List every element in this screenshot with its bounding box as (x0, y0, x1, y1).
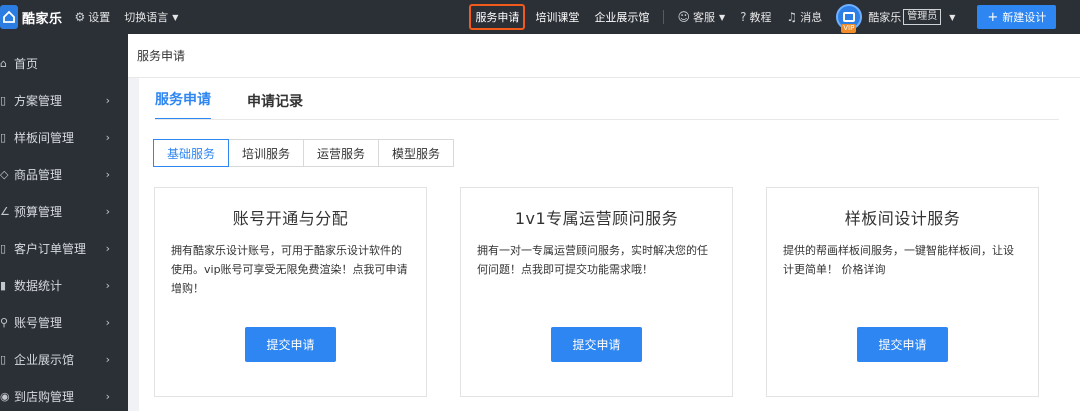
sidebar-item-label: 方案管理 (14, 94, 63, 108)
document-icon: ▯ (0, 131, 7, 144)
chevron-right-icon: › (105, 390, 110, 403)
sidebar-item-home[interactable]: ⌂ 首页 (0, 45, 128, 82)
brand-name[interactable]: 酷家乐 (22, 8, 63, 27)
logo-icon[interactable] (0, 5, 18, 29)
sidebar-item-label: 企业展示馆 (14, 353, 75, 367)
sidebar-item-label: 账号管理 (14, 316, 63, 330)
plus-icon: + (987, 9, 999, 25)
card-title: 1v1专属运营顾问服务 (514, 209, 679, 228)
home-icon: ⌂ (0, 57, 7, 70)
messages-label: 消息 (800, 11, 823, 24)
card-title: 样板间设计服务 (844, 209, 961, 228)
page-title: 服务申请 (137, 49, 186, 63)
submit-apply-button[interactable]: 提交申请 (857, 327, 948, 362)
caret-down-icon: ▼ (949, 12, 956, 22)
location-icon: ◉ (0, 390, 10, 403)
chevron-right-icon: › (105, 316, 110, 329)
tab-service-apply[interactable]: 服务申请 (155, 89, 211, 120)
home-icon (843, 12, 856, 22)
support-menu[interactable]: ☺ 客服 ▼ (677, 9, 725, 25)
sidebar-item-store-purchase[interactable]: ◉ 到店购管理 › (0, 378, 128, 411)
new-design-label: 新建设计 (1002, 11, 1047, 24)
sidebar-item-label: 数据统计 (14, 279, 63, 293)
chevron-right-icon: › (105, 94, 110, 107)
document-icon: ▯ (0, 242, 7, 255)
tutorial-link[interactable]: ? 教程 (740, 9, 771, 25)
sidebar-item-label: 商品管理 (14, 168, 63, 182)
user-name: 酷家乐 (868, 11, 902, 24)
headset-icon: ☺ (677, 10, 690, 24)
help-icon: ? (740, 10, 747, 24)
tag-icon: ◇ (0, 168, 9, 181)
user-menu[interactable]: 酷家乐 管理员 ▼ (868, 9, 955, 25)
sidebar-item-label: 样板间管理 (14, 131, 75, 145)
sidebar: ⌂ 首页 ▯ 方案管理 › ▯ 样板间管理 › ◇ 商品管理 › ∠ 预算管理 … (0, 34, 128, 411)
tutorial-label: 教程 (749, 11, 772, 24)
submit-apply-button[interactable]: 提交申请 (245, 327, 336, 362)
language-label: 切换语言 (124, 11, 169, 24)
chevron-right-icon: › (105, 242, 110, 255)
sidebar-item-showrooms[interactable]: ▯ 样板间管理 › (0, 119, 128, 156)
sidebar-item-orders[interactable]: ▯ 客户订单管理 › (0, 230, 128, 267)
chart-icon: ▮ (0, 279, 7, 292)
card-title: 账号开通与分配 (232, 209, 349, 228)
card-description: 拥有一对一专属运营顾问服务，实时解决您的任何问题！点我即可提交功能需求哦！ (477, 244, 708, 276)
tab-apply-records[interactable]: 申请记录 (247, 91, 303, 120)
language-switch[interactable]: 切换语言 ▼ (124, 9, 178, 25)
service-type-tabs: 基础服务 培训服务 运营服务 模型服务 (153, 139, 455, 167)
sidebar-item-budget[interactable]: ∠ 预算管理 › (0, 193, 128, 230)
sidebar-item-statistics[interactable]: ▮ 数据统计 › (0, 267, 128, 304)
training-link[interactable]: 培训课堂 (535, 9, 579, 25)
chevron-right-icon: › (105, 131, 110, 144)
showroom-link[interactable]: 企业展示馆 (594, 9, 649, 25)
chevron-right-icon: › (105, 168, 110, 181)
new-design-button[interactable]: + 新建设计 (977, 5, 1057, 29)
sidebar-item-products[interactable]: ◇ 商品管理 › (0, 156, 128, 193)
subtab-operation[interactable]: 运营服务 (303, 139, 380, 167)
chevron-right-icon: › (105, 205, 110, 218)
service-apply-link[interactable]: 服务申请 (469, 4, 526, 30)
subtab-training[interactable]: 培训服务 (228, 139, 305, 167)
subtab-model[interactable]: 模型服务 (378, 139, 455, 167)
sidebar-item-label: 到店购管理 (14, 390, 75, 404)
gear-icon: ⚙ (74, 10, 86, 24)
chevron-right-icon: › (105, 353, 110, 366)
card-description: 提供的帮画样板间服务，一键智能样板间，让设计更简单！ 价格详询 (783, 244, 1014, 276)
submit-apply-button[interactable]: 提交申请 (551, 327, 642, 362)
divider (663, 10, 665, 24)
service-card-account: 账号开通与分配 拥有酷家乐设计账号，可用于酷家乐设计软件的使用。vip账号可享受… (154, 187, 427, 397)
document-icon: ▯ (0, 353, 7, 366)
settings-label: 设置 (88, 11, 111, 24)
subtab-basic[interactable]: 基础服务 (153, 139, 230, 167)
vip-badge: VIP (841, 24, 857, 33)
breadcrumb: 服务申请 (128, 34, 1080, 78)
caret-down-icon: ▼ (172, 12, 179, 22)
role-badge: 管理员 (903, 9, 942, 25)
bell-icon: ♫ (786, 10, 798, 24)
document-icon: ▯ (0, 94, 7, 107)
sidebar-item-label: 首页 (14, 57, 39, 71)
pen-icon: ∠ (0, 205, 10, 218)
card-description: 拥有酷家乐设计账号，可用于酷家乐设计软件的使用。vip账号可享受无限免费渲染！点… (171, 244, 408, 295)
caret-down-icon: ▼ (718, 12, 726, 22)
support-label: 客服 (692, 11, 715, 24)
sidebar-item-label: 预算管理 (14, 205, 63, 219)
chevron-right-icon: › (105, 279, 110, 292)
settings-link[interactable]: ⚙ 设置 (75, 9, 111, 25)
main-panel: 服务申请 申请记录 基础服务 培训服务 运营服务 模型服务 账号开通与分配 拥有… (139, 78, 1080, 411)
sidebar-item-accounts[interactable]: ⚲ 账号管理 › (0, 304, 128, 341)
service-card-showroom-design: 样板间设计服务 提供的帮画样板间服务，一键智能样板间，让设计更简单！ 价格详询 … (766, 187, 1039, 397)
sidebar-item-label: 客户订单管理 (14, 242, 87, 256)
sidebar-item-enterprise-showroom[interactable]: ▯ 企业展示馆 › (0, 341, 128, 378)
service-card-consultant: 1v1专属运营顾问服务 拥有一对一专属运营顾问服务，实时解决您的任何问题！点我即… (460, 187, 733, 397)
divider (155, 119, 1059, 120)
avatar[interactable]: VIP (836, 4, 863, 33)
tab-bar: 服务申请 申请记录 (155, 78, 339, 120)
sidebar-item-plans[interactable]: ▯ 方案管理 › (0, 82, 128, 119)
user-icon: ⚲ (0, 316, 9, 329)
top-bar: 酷家乐 ⚙ 设置 切换语言 ▼ 服务申请 培训课堂 企业展示馆 ☺ 客服 ▼ ?… (0, 0, 1080, 34)
messages-link[interactable]: ♫ 消息 (786, 9, 822, 25)
